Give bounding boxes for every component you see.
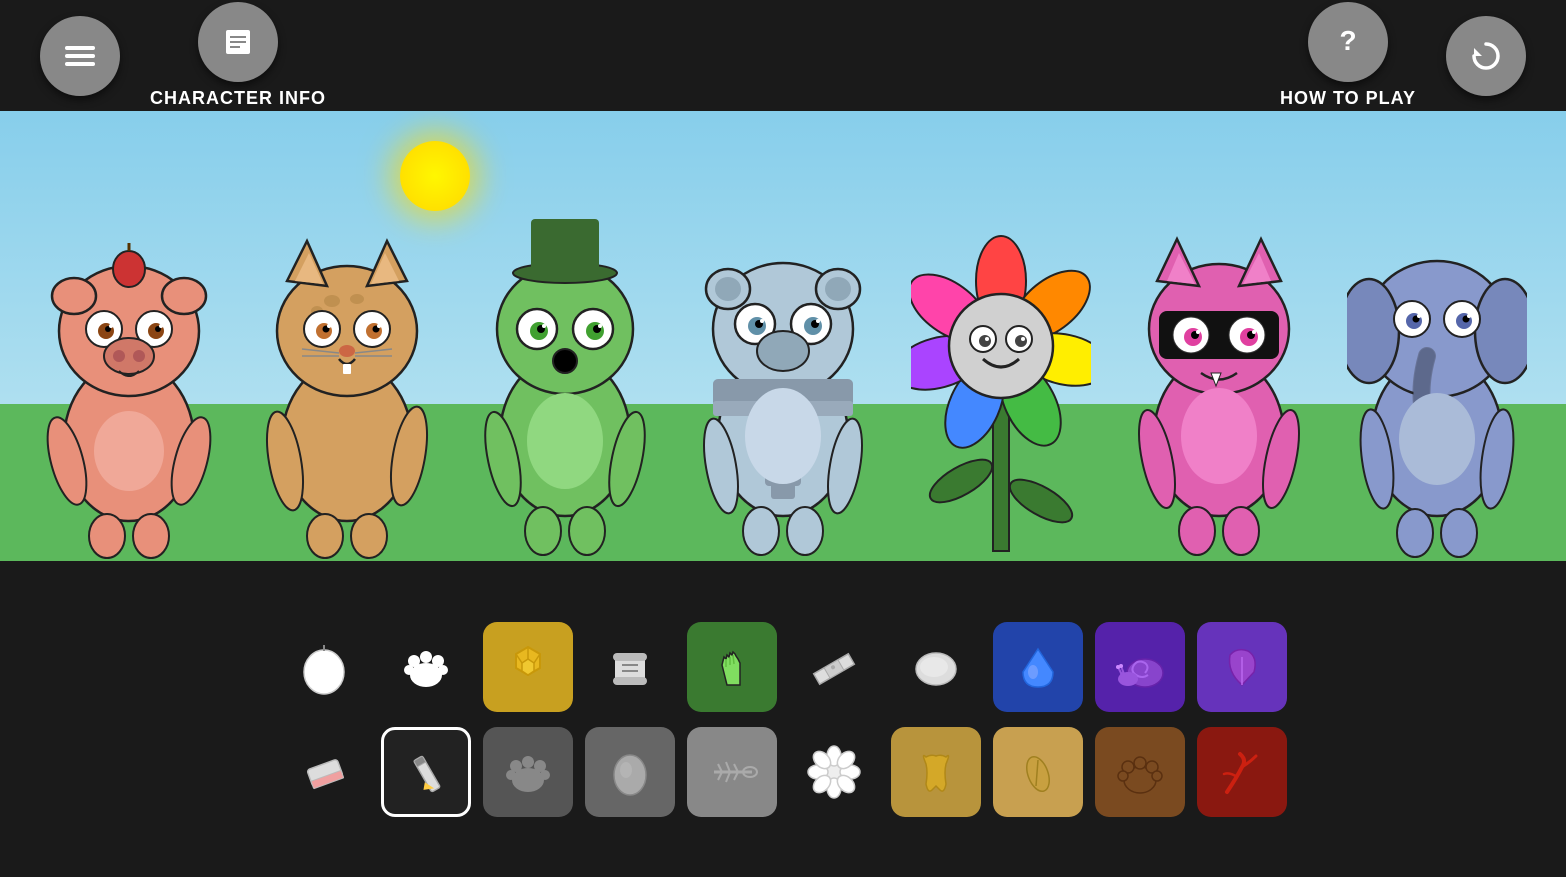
reset-button[interactable] bbox=[1446, 16, 1526, 96]
character-info-button[interactable]: CHARACTER INFO bbox=[150, 2, 326, 109]
characters-container bbox=[0, 111, 1566, 561]
top-bar: CHARACTER INFO ? HOW TO PLAY bbox=[0, 0, 1566, 111]
character-elephant[interactable] bbox=[1337, 161, 1537, 561]
item-apple[interactable] bbox=[279, 622, 369, 712]
scene bbox=[0, 111, 1566, 561]
item-waterdrop[interactable] bbox=[993, 622, 1083, 712]
item-egg[interactable] bbox=[585, 727, 675, 817]
item-seed[interactable] bbox=[993, 727, 1083, 817]
character-bear[interactable] bbox=[683, 161, 883, 561]
item-flower2[interactable] bbox=[789, 727, 879, 817]
character-info-label: CHARACTER INFO bbox=[150, 88, 326, 109]
item-row-2 bbox=[279, 727, 1287, 817]
item-stone[interactable] bbox=[891, 622, 981, 712]
item-leaf[interactable] bbox=[1197, 622, 1287, 712]
character-cat[interactable] bbox=[247, 161, 447, 561]
character-turtle[interactable] bbox=[465, 161, 665, 561]
top-left-buttons: CHARACTER INFO bbox=[40, 2, 326, 109]
item-scroll[interactable] bbox=[585, 622, 675, 712]
character-flower[interactable] bbox=[901, 161, 1101, 561]
item-row-1 bbox=[279, 622, 1287, 712]
how-to-play-button[interactable]: ? HOW TO PLAY bbox=[1280, 2, 1416, 109]
item-paw2[interactable] bbox=[483, 727, 573, 817]
how-to-play-label: HOW TO PLAY bbox=[1280, 88, 1416, 109]
character-pig[interactable] bbox=[29, 161, 229, 561]
item-pencil[interactable] bbox=[381, 727, 471, 817]
item-tooth[interactable] bbox=[891, 727, 981, 817]
item-branch[interactable] bbox=[1197, 727, 1287, 817]
item-bandage[interactable] bbox=[789, 622, 879, 712]
item-honeycomb[interactable] bbox=[483, 622, 573, 712]
item-fishbone[interactable] bbox=[687, 727, 777, 817]
item-eraser[interactable] bbox=[279, 727, 369, 817]
svg-text:?: ? bbox=[1339, 25, 1356, 56]
item-bearpaw[interactable] bbox=[1095, 727, 1185, 817]
top-right-buttons: ? HOW TO PLAY bbox=[1280, 2, 1526, 109]
bottom-toolbar bbox=[0, 561, 1566, 877]
item-paw[interactable] bbox=[381, 622, 471, 712]
item-snail[interactable] bbox=[1095, 622, 1185, 712]
menu-button[interactable] bbox=[40, 16, 120, 96]
character-cat-masked[interactable] bbox=[1119, 161, 1319, 561]
item-handprint[interactable] bbox=[687, 622, 777, 712]
